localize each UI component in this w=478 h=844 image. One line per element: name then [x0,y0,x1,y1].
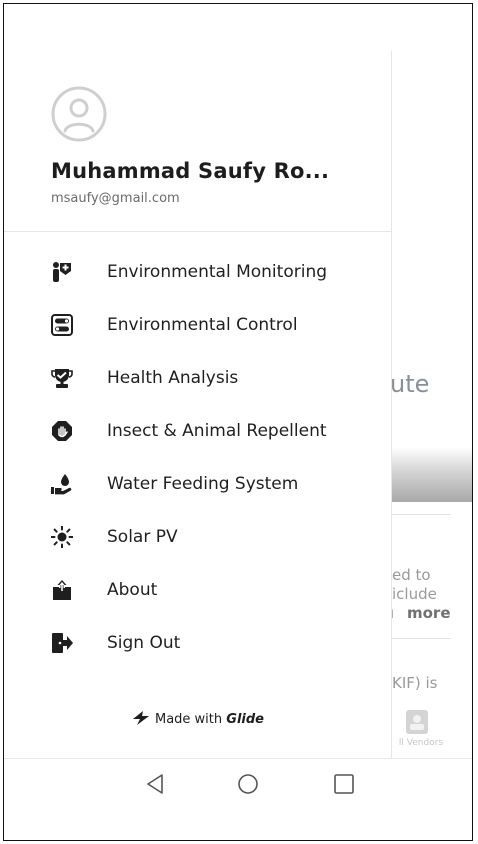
background-divider [391,638,451,639]
menu-item-sign-out[interactable]: Sign Out [4,620,391,673]
home-circle-icon[interactable] [235,771,261,797]
menu-item-label: Health Analysis [107,368,239,388]
recents-square-icon[interactable] [331,771,357,797]
menu-item-label: Environmental Control [107,315,298,335]
menu-item-environmental-control[interactable]: Environmental Control [4,302,391,355]
navigation-drawer: Muhammad Saufy Ro... msaufy@gmail.com En… [4,51,392,758]
monitoring-icon [53,262,71,282]
user-email: msaufy@gmail.com [51,191,180,206]
back-triangle-icon[interactable] [143,771,169,797]
sun-icon [51,526,73,548]
status-bar [4,4,472,52]
made-with-prefix: Made with [154,712,223,727]
background-tab-label: ll Vendors [398,738,444,748]
vendor-icon [406,710,428,734]
menu-item-health-analysis[interactable]: Health Analysis [4,355,391,408]
menu-item-label: About [107,580,158,600]
system-navigation-bar [4,758,472,809]
menu-item-label: Sign Out [107,633,181,653]
phone-screen: ute ed to iclude ı more KIF) is ll Vendo… [3,3,473,841]
drawer-divider [4,231,391,232]
background-divider [391,514,451,515]
stop-hand-icon [52,421,72,441]
made-with-glide-badge[interactable]: Made with Glide [4,711,391,727]
background-tab-vendors[interactable]: ll Vendors [391,705,461,757]
share-upload-icon [53,580,71,600]
menu-item-label: Environmental Monitoring [107,262,328,282]
menu-item-label: Water Feeding System [107,474,299,494]
menu-item-insect-animal-repellent[interactable]: Insect & Animal Repellent [4,408,391,461]
control-toggle-icon [51,314,73,336]
menu-item-solar-pv[interactable]: Solar PV [4,514,391,567]
background-text-line: KIF) is [392,674,438,692]
background-text-line: iclude [392,585,437,603]
drawer-menu: Environmental Monitoring Environmental C… [4,249,391,673]
menu-item-water-feeding-system[interactable]: Water Feeding System [4,461,391,514]
background-title-fragment: ute [390,370,430,398]
background-text-line: ed to [392,566,431,584]
user-circle-icon[interactable] [50,85,108,143]
background-more-link[interactable]: more [407,604,451,622]
health-trophy-icon [51,369,73,388]
glide-logo-icon [132,711,149,725]
background-banner-image [391,447,472,502]
menu-item-label: Insect & Animal Repellent [107,421,327,441]
sign-out-door-icon [52,633,73,653]
menu-item-label: Solar PV [107,527,178,547]
glide-brand: Glide [226,712,264,727]
menu-item-environmental-monitoring[interactable]: Environmental Monitoring [4,249,391,302]
user-name: Muhammad Saufy Ro... [51,159,330,183]
water-drop-hand-icon [51,474,72,495]
menu-item-about[interactable]: About [4,567,391,620]
